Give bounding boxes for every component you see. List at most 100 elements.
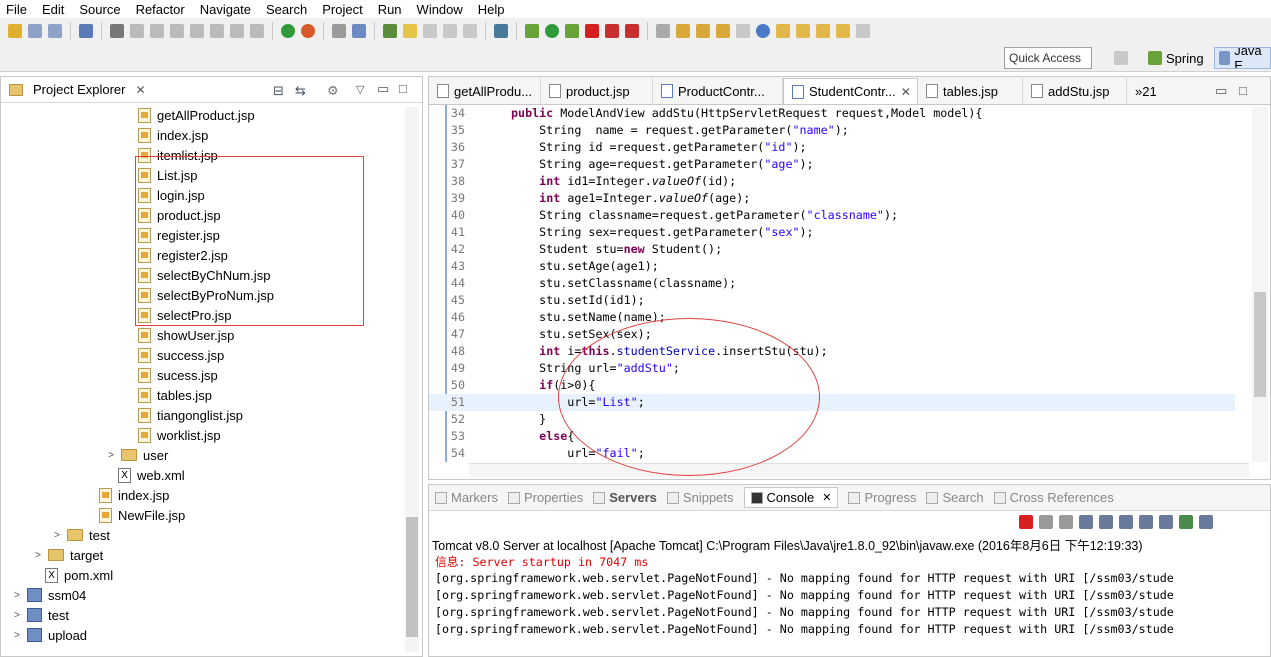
- tree-item-jsp[interactable]: sucess.jsp: [138, 365, 218, 385]
- tree-item-folder[interactable]: > user: [105, 445, 168, 465]
- save-all-icon[interactable]: [48, 24, 62, 38]
- minimize-icon[interactable]: ▭: [1215, 83, 1227, 99]
- project-explorer-tab[interactable]: Project Explorer ✕: [9, 82, 146, 97]
- code-line[interactable]: 44 stu.setClassname(classname);: [429, 275, 1235, 292]
- external-tools-icon[interactable]: [494, 24, 508, 38]
- tree-item-jsp[interactable]: tiangonglist.jsp: [138, 405, 243, 425]
- code-line[interactable]: 54 url="fail";: [429, 445, 1235, 462]
- profile-icon[interactable]: [625, 24, 639, 38]
- forward-icon[interactable]: [856, 24, 870, 38]
- editor-horizontal-scrollbar[interactable]: [469, 463, 1249, 477]
- previous-annotation-icon[interactable]: [796, 24, 810, 38]
- code-area[interactable]: 34 public ModelAndView addStu(HttpServlet…: [429, 105, 1235, 462]
- tab-product-jsp[interactable]: product.jsp: [541, 78, 653, 104]
- editor-vertical-scrollbar[interactable]: [1252, 107, 1268, 462]
- menu-search[interactable]: Search: [266, 2, 307, 17]
- filter-icon[interactable]: ⚙: [327, 83, 339, 99]
- print-icon[interactable]: [79, 24, 93, 38]
- tree-item-project[interactable]: > test: [11, 605, 69, 625]
- run-last-icon[interactable]: [565, 24, 579, 38]
- code-line[interactable]: 43 stu.setAge(age1);: [429, 258, 1235, 275]
- debug-icon[interactable]: [525, 24, 539, 38]
- code-line[interactable]: 49 String url="addStu";: [429, 360, 1235, 377]
- tree-item-jsp[interactable]: showUser.jsp: [138, 325, 234, 345]
- tab-servers[interactable]: Servers: [593, 490, 657, 505]
- code-line[interactable]: 40 String classname=request.getParameter…: [429, 207, 1235, 224]
- terminate-icon[interactable]: [170, 24, 184, 38]
- menu-file[interactable]: File: [6, 2, 27, 17]
- tab-getallproduct[interactable]: getAllProdu...: [429, 78, 541, 104]
- tab-productcontroller[interactable]: ProductContr...: [653, 78, 783, 104]
- code-line[interactable]: 53 else{: [429, 428, 1235, 445]
- maximize-icon[interactable]: □: [399, 81, 407, 96]
- pencil-icon[interactable]: [716, 24, 730, 38]
- resume-icon[interactable]: [130, 24, 144, 38]
- tree-item-project[interactable]: > upload: [11, 625, 87, 645]
- tree-item-folder[interactable]: > target: [32, 545, 103, 565]
- pin-console-icon[interactable]: [1179, 515, 1193, 529]
- close-icon[interactable]: ✕: [135, 83, 145, 97]
- show-whitespace-icon[interactable]: [443, 24, 457, 38]
- tab-studentcontroller[interactable]: StudentContr... ✕: [783, 78, 918, 104]
- next-annotation-icon[interactable]: [776, 24, 790, 38]
- menu-refactor[interactable]: Refactor: [136, 2, 185, 17]
- code-line[interactable]: 38 int id1=Integer.valueOf(id);: [429, 173, 1235, 190]
- disconnect-icon[interactable]: [190, 24, 204, 38]
- close-tab-icon[interactable]: ✕: [901, 85, 911, 99]
- code-line[interactable]: 45 stu.setId(id1);: [429, 292, 1235, 309]
- tab-cross-references[interactable]: Cross References: [993, 490, 1114, 505]
- scroll-lock-icon[interactable]: [1099, 515, 1113, 529]
- quick-access-input[interactable]: Quick Access: [1004, 47, 1092, 69]
- remove-launch-icon[interactable]: [1039, 515, 1053, 529]
- search-icon[interactable]: [383, 24, 397, 38]
- server-start-icon[interactable]: [281, 24, 295, 38]
- code-line[interactable]: 42 Student stu=new Student();: [429, 241, 1235, 258]
- globe-icon[interactable]: [756, 24, 770, 38]
- tree-item-jsp[interactable]: worklist.jsp: [138, 425, 221, 445]
- expand-arrow-icon[interactable]: >: [32, 550, 44, 561]
- menu-help[interactable]: Help: [478, 2, 505, 17]
- java-browser-icon[interactable]: [736, 24, 750, 38]
- tree-item-xml[interactable]: Xpom.xml: [45, 565, 113, 585]
- open-perspective-button[interactable]: [1110, 47, 1132, 69]
- tree-item-jsp[interactable]: index.jsp: [99, 485, 169, 505]
- collapse-all-icon[interactable]: ⊟: [273, 83, 284, 99]
- tab-markers[interactable]: Markers: [435, 490, 498, 505]
- expand-arrow-icon[interactable]: >: [11, 630, 23, 641]
- show-stdout-icon[interactable]: [1139, 515, 1153, 529]
- tree-item-jsp[interactable]: tables.jsp: [138, 385, 212, 405]
- code-line[interactable]: 39 int age1=Integer.valueOf(age);: [429, 190, 1235, 207]
- stop-server-icon[interactable]: [585, 24, 599, 38]
- new-wizard-icon[interactable]: [332, 24, 346, 38]
- menu-source[interactable]: Source: [79, 2, 120, 17]
- open-file-icon[interactable]: [696, 24, 710, 38]
- code-line[interactable]: 50 if(i>0){: [429, 377, 1235, 394]
- show-stderr-icon[interactable]: [1159, 515, 1173, 529]
- explorer-scrollbar[interactable]: [405, 107, 419, 652]
- suspend-icon[interactable]: [150, 24, 164, 38]
- tab-tables-jsp[interactable]: tables.jsp: [918, 78, 1023, 104]
- expand-arrow-icon[interactable]: >: [51, 530, 63, 541]
- tree-item-jsp[interactable]: index.jsp: [138, 125, 208, 145]
- tree-item-jsp[interactable]: getAllProduct.jsp: [138, 105, 255, 125]
- display-console-icon[interactable]: [1199, 515, 1213, 529]
- tab-console[interactable]: Console ✕: [743, 487, 839, 508]
- code-line[interactable]: 48 int i=this.studentService.insertStu(s…: [429, 343, 1235, 360]
- explorer-scroll-thumb[interactable]: [406, 517, 418, 637]
- menu-navigate[interactable]: Navigate: [200, 2, 251, 17]
- menu-edit[interactable]: Edit: [42, 2, 64, 17]
- minimize-icon[interactable]: ▭: [377, 81, 389, 97]
- skip-breakpoints-icon[interactable]: [110, 24, 124, 38]
- tab-snippets[interactable]: Snippets: [666, 490, 734, 505]
- expand-arrow-icon[interactable]: >: [11, 590, 23, 601]
- tree-item-xml[interactable]: Xweb.xml: [118, 465, 185, 485]
- mark-occurrences-icon[interactable]: [403, 24, 417, 38]
- save-icon[interactable]: [28, 24, 42, 38]
- code-line[interactable]: 47 stu.setSex(sex);: [429, 326, 1235, 343]
- tree-item-project[interactable]: > ssm04: [11, 585, 86, 605]
- javaee-perspective-button[interactable]: Java E: [1214, 47, 1271, 69]
- tree-item-folder[interactable]: > test: [51, 525, 110, 545]
- task-icon[interactable]: [656, 24, 670, 38]
- tab-overflow-button[interactable]: »21: [1127, 78, 1167, 104]
- spring-perspective-button[interactable]: Spring: [1144, 47, 1208, 69]
